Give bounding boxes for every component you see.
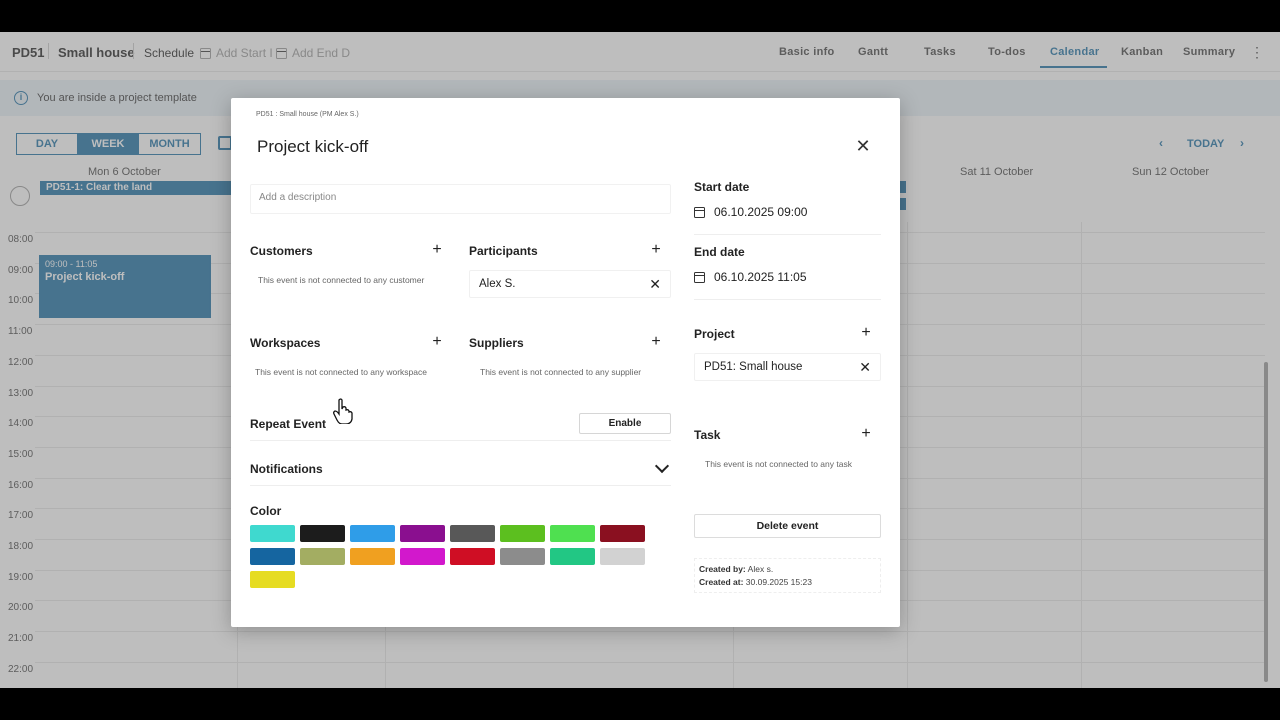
color-swatch[interactable] (450, 525, 495, 542)
project-chip: PD51: Small house ✕ (694, 353, 881, 381)
color-swatch[interactable] (300, 525, 345, 542)
modal-title[interactable]: Project kick-off (257, 137, 368, 157)
divider (250, 485, 671, 486)
color-swatch[interactable] (550, 525, 595, 542)
calendar-icon (694, 271, 705, 283)
description-input[interactable]: Add a description (250, 184, 671, 214)
created-by-label: Created by: (699, 564, 746, 574)
color-swatch[interactable] (500, 548, 545, 565)
color-swatch[interactable] (600, 525, 645, 542)
color-swatch[interactable] (250, 571, 295, 588)
add-task-icon[interactable]: + (859, 426, 873, 442)
task-empty: This event is not connected to any task (705, 459, 852, 469)
event-meta: Created by: Alex s. Created at: 30.09.20… (694, 558, 881, 593)
remove-project-icon[interactable]: ✕ (859, 359, 871, 376)
add-workspace-icon[interactable]: + (430, 334, 444, 350)
divider (694, 234, 881, 235)
divider (250, 440, 671, 441)
remove-participant-icon[interactable]: ✕ (649, 276, 661, 293)
calendar-icon (694, 206, 705, 218)
divider (694, 299, 881, 300)
created-at-label: Created at: (699, 577, 744, 587)
suppliers-title: Suppliers (469, 336, 524, 350)
delete-event-button[interactable]: Delete event (694, 514, 881, 538)
color-swatch[interactable] (250, 548, 295, 565)
app-window: PD51 Small house Schedule Add Start I Ad… (0, 32, 1280, 688)
customers-empty: This event is not connected to any custo… (258, 275, 425, 285)
project-value: PD51: Small house (704, 361, 803, 373)
participants-title: Participants (469, 244, 538, 258)
participant-chip: Alex S. ✕ (469, 270, 671, 298)
chevron-down-icon[interactable] (654, 458, 670, 474)
color-swatch[interactable] (600, 548, 645, 565)
add-supplier-icon[interactable]: + (649, 334, 663, 350)
end-date-value: 06.10.2025 11:05 (714, 270, 807, 284)
add-customer-icon[interactable]: + (430, 242, 444, 258)
color-swatch[interactable] (300, 548, 345, 565)
close-icon[interactable]: ✕ (855, 137, 871, 155)
end-date-title: End date (694, 245, 745, 259)
color-swatch[interactable] (500, 525, 545, 542)
add-participant-icon[interactable]: + (649, 242, 663, 258)
customers-title: Customers (250, 244, 313, 258)
color-swatch[interactable] (350, 525, 395, 542)
created-at-value: 30.09.2025 15:23 (745, 577, 812, 587)
color-swatch[interactable] (400, 525, 445, 542)
hand-cursor-icon (333, 398, 353, 424)
letterbox-bottom (0, 688, 1280, 720)
add-project-icon[interactable]: + (859, 325, 873, 341)
color-swatch[interactable] (400, 548, 445, 565)
color-swatch[interactable] (350, 548, 395, 565)
enable-repeat-button[interactable]: Enable (579, 413, 671, 434)
letterbox-top (0, 0, 1280, 32)
start-date-field[interactable]: 06.10.2025 09:00 (694, 205, 807, 219)
repeat-event-title: Repeat Event (250, 417, 327, 431)
participant-name: Alex S. (479, 278, 516, 290)
created-by-value: Alex s. (747, 564, 774, 574)
notifications-title[interactable]: Notifications (250, 462, 323, 476)
workspaces-empty: This event is not connected to any works… (255, 367, 427, 377)
suppliers-empty: This event is not connected to any suppl… (480, 367, 642, 377)
task-title: Task (694, 428, 721, 442)
color-swatch[interactable] (550, 548, 595, 565)
start-date-value: 06.10.2025 09:00 (714, 205, 808, 219)
end-date-field[interactable]: 06.10.2025 11:05 (694, 270, 807, 284)
color-swatch[interactable] (450, 548, 495, 565)
modal-breadcrumb: PD51 : Small house (PM Alex S.) (256, 111, 359, 118)
workspaces-title: Workspaces (250, 336, 321, 350)
event-modal: PD51 : Small house (PM Alex S.) Project … (231, 98, 900, 627)
project-title: Project (694, 327, 735, 341)
start-date-title: Start date (694, 180, 750, 194)
color-title: Color (250, 504, 282, 518)
color-swatch[interactable] (250, 525, 295, 542)
